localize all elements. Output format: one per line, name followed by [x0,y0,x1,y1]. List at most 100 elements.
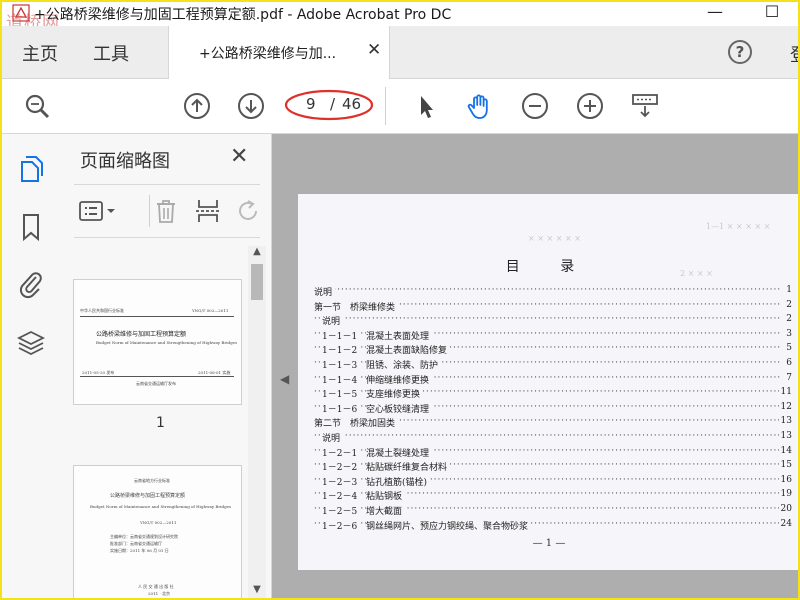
toc-row[interactable]: ········································… [314,430,794,446]
document-view[interactable]: 1—1 × × × × × × × × × × × 2 × × × 目 录 ··… [272,134,800,600]
tab-close-icon[interactable]: ✕ [367,40,381,60]
document-tab-label: +公路桥梁维修与加... [199,46,337,62]
scrollbar-thumb[interactable] [251,264,263,300]
toc-row-page: 5 [784,343,792,354]
toc-row-label: 第一节 桥梁维修类 [314,299,399,313]
page-thumbnail-2[interactable]: 云南省地方行业标准 公路桥梁维修与加固工程预算定额 Budget Norm of… [74,466,241,600]
toc-row-label: 钢丝绳网片、预应力钢绞绳、聚合物砂浆 [366,518,532,532]
title-bar: 道桥网 +公路桥梁维修与加固工程预算定额.pdf - Adobe Acrobat… [0,0,800,33]
toc-row-page: 3 [784,328,792,339]
toc-row[interactable]: ········································… [314,328,794,344]
toc-row[interactable]: ········································… [314,489,794,504]
page-thumbnail-1[interactable]: 中华人民共和国行业标准 YNG/T 002—2011 公路桥梁维修与加固工程预算… [74,280,241,404]
toc-row-label: 空心板铰缝清理 [366,401,433,415]
toc-row-label: 说明 [322,314,344,328]
hand-tool-icon[interactable] [465,91,495,121]
keyboard-scroll-icon[interactable] [630,91,660,121]
toc-row-number: 1－2－2 [322,460,361,474]
panel-title: 页面缩略图 [80,151,170,172]
search-icon[interactable] [22,91,52,121]
toc-row[interactable]: ········································… [314,299,794,315]
toc-row-page: 13 [778,416,792,427]
toc-row-label: 粘贴碳纤维复合材料 [366,460,451,474]
toc-row-number: 1－2－5 [322,503,361,517]
toc-row-page: 15 [778,460,792,471]
toc-row[interactable]: ········································… [314,387,794,402]
select-cursor-icon[interactable] [411,91,441,121]
toc-row[interactable]: ········································… [314,445,794,461]
thumb2-publisher: 人 民 交 通 出 版 社 [138,584,174,589]
toc-row[interactable]: ········································… [314,460,794,475]
toc-row-number: 1－2－4 [322,489,361,503]
pdf-page: 1—1 × × × × × × × × × × × 2 × × × 目 录 ··… [298,194,800,570]
thumb2-title: 公路桥梁维修与加固工程预算定额 [110,493,186,499]
toc-row-label: 粘贴钢板 [366,489,406,503]
toc-row-page: 12 [778,401,792,412]
panel-close-icon[interactable]: ✕ [230,144,248,169]
thumb1-header-right: YNG/T 002—2011 [192,308,229,313]
toc-leader-dots: ········································… [314,314,780,325]
page-thumbnails-icon[interactable] [17,154,45,184]
scroll-down-arrow[interactable]: ▼ [248,584,266,600]
toc-row[interactable]: ········································… [314,372,794,388]
sign-in-button[interactable]: 登 [790,41,800,67]
toc-row[interactable]: ········································… [314,357,794,373]
bookmark-icon[interactable] [17,212,45,242]
toolbar: 9 / 46 [0,79,800,134]
toc-row[interactable]: ········································… [314,401,794,417]
toc-row-label: 混凝土裂缝处理 [366,445,433,459]
bleed-text-1: 1—1 × × × × × [706,222,771,231]
toc-row-label: 阻锈、涂装、防护 [366,357,442,371]
toc-row-page: 20 [778,503,792,514]
thumbnail-scrollbar[interactable]: ▲ ▼ [248,246,266,600]
previous-page-icon[interactable] [182,91,212,121]
toc-row-number: 1－2－3 [322,474,361,488]
navigation-pane-strip [0,134,63,600]
zoom-in-icon[interactable] [575,91,605,121]
toc-row[interactable]: ········································… [314,314,794,329]
window-title: +公路桥梁维修与加固工程预算定额.pdf - Adobe Acrobat Pro… [34,7,452,23]
toc-row[interactable]: ········································… [314,474,794,490]
menu-tools[interactable]: 工具 [93,40,129,66]
help-icon[interactable]: ? [728,40,752,64]
toc-heading: 目 录 [505,259,593,275]
toc-row[interactable]: ········································… [314,416,794,431]
toc-row-number: 1－1－1 [322,328,361,342]
toc-row-page: 7 [784,372,792,383]
toc-row[interactable]: ········································… [314,518,794,534]
maximize-button[interactable]: ☐ [757,2,787,22]
toc-row-label: 说明 [322,430,344,444]
toc-leader-dots: ········································… [314,430,780,441]
toc-row[interactable]: ········································… [314,343,794,358]
document-tab[interactable]: +公路桥梁维修与加... ✕ [168,26,390,79]
bleed-text-2: × × × × × × [528,234,581,243]
toc-row-page: 1 [784,285,792,295]
toc-row-page: 16 [778,474,792,485]
toc-row-page: 24 [778,518,792,529]
thumb2-line1: 主编单位：云南省交通规划设计研究院 [110,534,178,539]
toc-row-page: 11 [778,387,792,398]
scroll-up-arrow[interactable]: ▲ [248,246,266,262]
next-page-icon[interactable] [236,91,266,121]
thumb2-code: YNG/T 002—2011 [140,520,177,525]
toc-row-page: 6 [784,357,792,368]
rotate-page-icon[interactable] [234,197,262,225]
insert-page-icon[interactable] [194,197,222,225]
page-number-field[interactable]: 9 / 46 [284,89,374,121]
toc-row-label: 增大截面 [366,503,406,517]
toc-row-label: 支座维修更换 [366,387,424,401]
toc-row-page: 2 [784,299,792,310]
zoom-out-icon[interactable] [520,91,550,121]
collapse-pane-arrow[interactable]: ◀ [280,372,289,386]
toc-row[interactable]: ········································… [314,285,794,300]
minimize-button[interactable]: — [700,2,730,22]
options-menu-icon[interactable] [78,197,118,225]
tools-divider [149,195,150,227]
attachment-icon[interactable] [17,269,45,299]
menu-home[interactable]: 主页 [22,40,58,66]
layers-icon[interactable] [16,328,46,358]
toc-row-label: 说明 [314,285,336,298]
delete-page-icon[interactable] [152,197,180,225]
thumb1-subtitle: Budget Norm of Maintenance and Strengthe… [96,340,238,345]
toc-row[interactable]: ········································… [314,503,794,519]
